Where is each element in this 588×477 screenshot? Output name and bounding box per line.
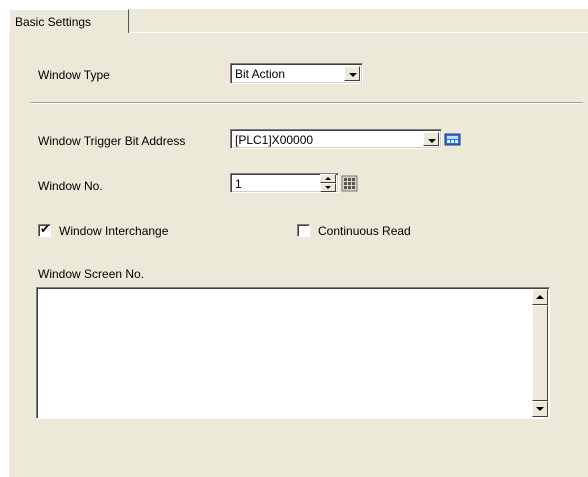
chevron-down-icon[interactable] xyxy=(344,66,360,81)
tab-strip: Basic Settings xyxy=(9,9,588,33)
trigger-address-value: [PLC1]X00000 xyxy=(235,133,314,147)
scroll-up-icon[interactable] xyxy=(532,289,548,305)
spin-down-icon[interactable] xyxy=(320,183,336,192)
chevron-down-icon[interactable] xyxy=(423,132,439,146)
continuous-read-checkbox[interactable] xyxy=(297,224,310,237)
continuous-read-label[interactable]: Continuous Read xyxy=(318,224,411,238)
check-icon: ✔ xyxy=(40,222,51,236)
address-keypad-icon[interactable] xyxy=(444,131,461,148)
separator xyxy=(31,102,583,104)
tab-divider xyxy=(129,32,588,33)
spin-up-icon[interactable] xyxy=(320,174,336,183)
trigger-address-select[interactable]: [PLC1]X00000 xyxy=(230,129,442,149)
window-no-stepper[interactable]: 1 xyxy=(230,173,339,193)
numeric-keypad-icon[interactable] xyxy=(341,175,358,192)
window-screen-no-label: Window Screen No. xyxy=(38,267,145,281)
window-interchange-checkbox[interactable]: ✔ xyxy=(38,222,51,237)
window-interchange-label[interactable]: Window Interchange xyxy=(59,224,168,238)
window-no-spin[interactable] xyxy=(320,174,336,192)
scroll-down-icon[interactable] xyxy=(532,401,548,417)
tab-basic-settings[interactable]: Basic Settings xyxy=(9,9,129,33)
window-no-value: 1 xyxy=(235,177,242,191)
trigger-address-label: Window Trigger Bit Address xyxy=(38,134,186,148)
tab-label: Basic Settings xyxy=(15,15,92,29)
scroll-thumb[interactable] xyxy=(532,305,548,401)
window-type-value: Bit Action xyxy=(235,67,286,81)
window-no-label: Window No. xyxy=(38,179,103,193)
window-type-select[interactable]: Bit Action xyxy=(230,63,363,84)
vertical-scrollbar[interactable] xyxy=(532,289,548,417)
window-type-label: Window Type xyxy=(38,68,110,82)
settings-panel: Basic Settings Window Type Bit Action Wi… xyxy=(8,8,588,477)
window-screen-no-field[interactable] xyxy=(36,287,550,419)
